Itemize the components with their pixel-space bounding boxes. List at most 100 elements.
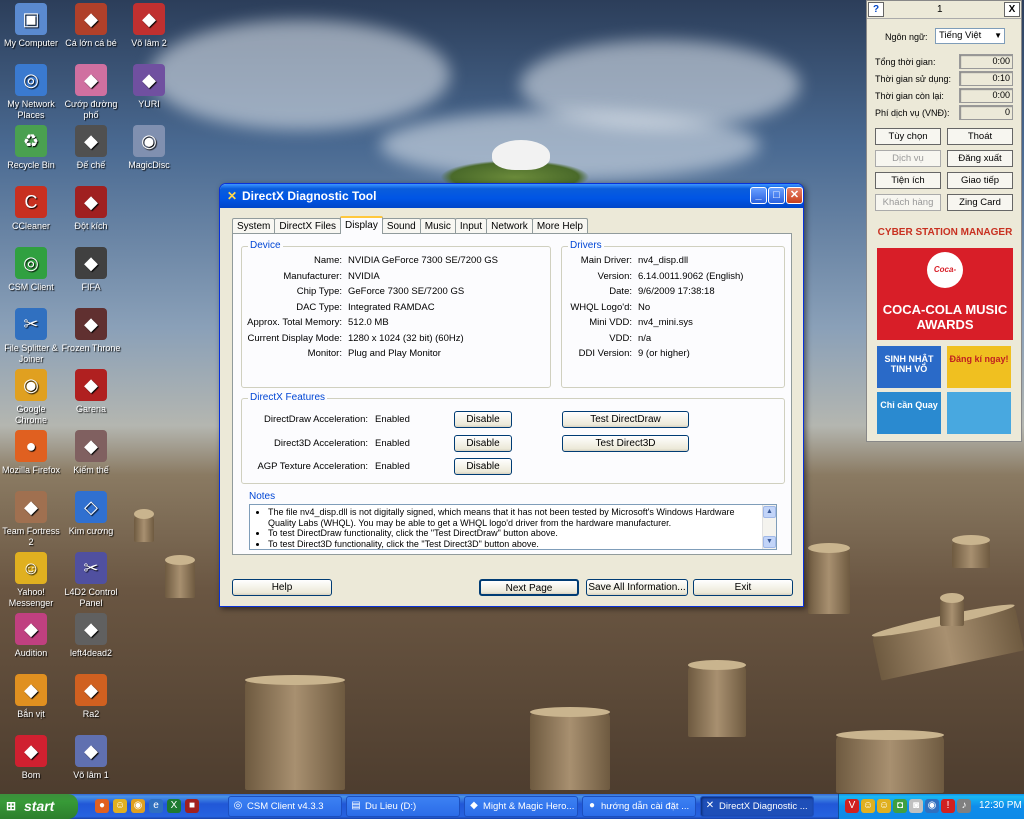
desktop-icon[interactable]: ◆ Kiếm thế	[60, 430, 122, 476]
desktop-icon-label: File Splitter & Joiner	[4, 343, 58, 364]
promo-tile[interactable]: Đăng kí ngay!	[947, 346, 1011, 388]
taskbar-task[interactable]: ✕ DirectX Diagnostic ...	[700, 796, 814, 817]
help-icon[interactable]: ?	[868, 2, 884, 17]
tab-network[interactable]: Network	[486, 218, 533, 234]
desktop-icon[interactable]: ◉ Google Chrome	[0, 369, 62, 426]
desktop-icon-label: MagicDisc	[128, 160, 170, 170]
notes-group: Notes The file nv4_disp.dll is not digit…	[241, 491, 785, 552]
promo-tile[interactable]: SINH NHẬT TINH VÕ	[877, 346, 941, 388]
start-button[interactable]: ⊞ start	[0, 794, 78, 819]
desktop-icon[interactable]: ◎ CSM Client	[0, 247, 62, 293]
desktop-icon[interactable]: ● Mozilla Firefox	[0, 430, 62, 476]
messenger-icon[interactable]: ☺	[861, 799, 875, 813]
taskbar-task[interactable]: ◆ Might & Magic Hero...	[464, 796, 578, 817]
network-icon[interactable]: ◘	[893, 799, 907, 813]
tab-directx-files[interactable]: DirectX Files	[274, 218, 342, 234]
desktop-icon[interactable]: ◆ YURI	[118, 64, 180, 110]
disable-button[interactable]: Disable	[454, 411, 512, 428]
chevron-down-icon: ▼	[994, 31, 1002, 40]
desktop-icon[interactable]: ◆ Ra2	[60, 674, 122, 720]
ccleaner-icon: C	[15, 186, 47, 218]
next-page-button[interactable]: Next Page	[479, 579, 579, 596]
desktop-icon[interactable]: ◆ FIFA	[60, 247, 122, 293]
desktop-icon[interactable]: ▣ My Computer	[0, 3, 62, 49]
taskbar-task[interactable]: ▤ Du Lieu (D:)	[346, 796, 460, 817]
tab-input[interactable]: Input	[454, 218, 488, 234]
desktop-icon[interactable]: ✂ File Splitter & Joiner	[0, 308, 62, 365]
test-directdraw-button[interactable]: Test DirectDraw	[562, 411, 689, 428]
csm-button[interactable]: Giao tiếp	[947, 172, 1013, 189]
desktop-icon[interactable]: ◆ Cá lớn cá bé	[60, 3, 122, 49]
exit-button[interactable]: Exit	[693, 579, 793, 596]
coca-cola-ad[interactable]: Coca-Cola COCA-COLA MUSIC AWARDS	[877, 248, 1013, 340]
desktop-icon[interactable]: ◆ Garena	[60, 369, 122, 415]
desktop-icon-label: Audition	[14, 648, 48, 658]
help-button[interactable]: Help	[232, 579, 332, 596]
desktop-icon[interactable]: ◆ Audition	[0, 613, 62, 659]
tab-display[interactable]: Display	[340, 216, 383, 234]
info-label: Main Driver:	[580, 255, 632, 266]
tab-sound[interactable]: Sound	[381, 218, 421, 234]
desktop-icon[interactable]: ☺ Yahoo! Messenger	[0, 552, 62, 609]
disable-button[interactable]: Disable	[454, 458, 512, 475]
desktop-icon[interactable]: ✂ L4D2 Control Panel	[60, 552, 122, 609]
volume-icon[interactable]: ♪	[957, 799, 971, 813]
csm-button[interactable]: Zing Card	[947, 194, 1013, 211]
desktop-icon[interactable]: ◆ Bắn vịt	[0, 674, 62, 720]
desktop-icon[interactable]: ◆ Võ lâm 1	[60, 735, 122, 781]
game-icon[interactable]: ■	[185, 799, 199, 813]
desktop-icon[interactable]: ◆ Bom	[0, 735, 62, 781]
smiley-icon[interactable]: ☺	[877, 799, 891, 813]
scroll-up-icon[interactable]: ▲	[763, 506, 776, 518]
close-icon[interactable]: X	[1004, 2, 1020, 17]
desktop-icon[interactable]: ♻ Recycle Bin	[0, 125, 62, 171]
tab-more-help[interactable]: More Help	[531, 218, 588, 234]
close-button[interactable]: ✕	[786, 187, 803, 204]
info-label: Mini VDD:	[589, 317, 632, 328]
csm-button[interactable]: Thoát	[947, 128, 1013, 145]
maximize-button[interactable]: □	[768, 187, 785, 204]
language-select[interactable]: Tiếng Việt ▼	[935, 28, 1005, 44]
minimize-button[interactable]: _	[750, 187, 767, 204]
taskbar-task[interactable]: ◎ CSM Client v4.3.3	[228, 796, 342, 817]
notes-box[interactable]: The file nv4_disp.dll is not digitally s…	[249, 504, 777, 550]
desktop-icon[interactable]: ◆ Team Fortress 2	[0, 491, 62, 548]
globe-icon[interactable]: ◉	[925, 799, 939, 813]
taskbar-task-label: Du Lieu (D:)	[365, 801, 417, 812]
disable-button[interactable]: Disable	[454, 434, 512, 452]
web-icon[interactable]: e	[149, 799, 163, 813]
tab-system[interactable]: System	[232, 218, 276, 234]
excel-icon[interactable]: X	[167, 799, 181, 813]
dxdiag-titlebar[interactable]: ✕ DirectX Diagnostic Tool _ □ ✕	[220, 184, 803, 208]
taskbar-task[interactable]: ● hướng dẫn cài đặt ...	[582, 796, 696, 817]
save-all-information-button[interactable]: Save All Information...	[586, 579, 688, 596]
desktop-icon[interactable]: ◎ My Network Places	[0, 64, 62, 121]
desktop-icon-label: Kiếm thế	[73, 465, 109, 475]
chrome-icon[interactable]: ◉	[131, 799, 145, 813]
notes-scrollbar[interactable]: ▲ ▼	[762, 505, 776, 549]
desktop-icon[interactable]: ◉ MagicDisc	[118, 125, 180, 171]
v-icon[interactable]: V	[845, 799, 859, 813]
desktop-icon[interactable]: ◆ left4dead2	[60, 613, 122, 659]
desktop-icon[interactable]: ◆ Đế chế	[60, 125, 122, 171]
test-direct3d-button[interactable]: Test Direct3D	[562, 434, 689, 452]
promo-tile[interactable]: Chỉ cần Quay	[877, 392, 941, 434]
desktop-icon[interactable]: ◆ Võ lâm 2	[118, 3, 180, 49]
scroll-down-icon[interactable]: ▼	[763, 536, 776, 548]
alert-icon[interactable]: !	[941, 799, 955, 813]
tab-music[interactable]: Music	[419, 218, 456, 234]
messenger-icon[interactable]: ☺	[113, 799, 127, 813]
csm-button[interactable]: Tùy chọn	[875, 128, 941, 145]
shield-icon[interactable]: ◙	[909, 799, 923, 813]
desktop-icon[interactable]: ◆ Cướp đường phố	[60, 64, 122, 121]
features-group: DirectX Features DirectDraw Acceleration…	[241, 392, 785, 484]
csm-button[interactable]: Tiện ích	[875, 172, 941, 189]
desktop-icon[interactable]: ◆ Frozen Throne	[60, 308, 122, 354]
tree-stump	[808, 543, 850, 614]
csm-button[interactable]: Đăng xuất	[947, 150, 1013, 167]
firefox-icon[interactable]: ●	[95, 799, 109, 813]
desktop-icon[interactable]: C CCleaner	[0, 186, 62, 232]
desktop-icon[interactable]: ◆ Đột kích	[60, 186, 122, 232]
desktop-icon[interactable]: ◇ Kim cương	[60, 491, 122, 537]
promo-tile[interactable]	[947, 392, 1011, 434]
